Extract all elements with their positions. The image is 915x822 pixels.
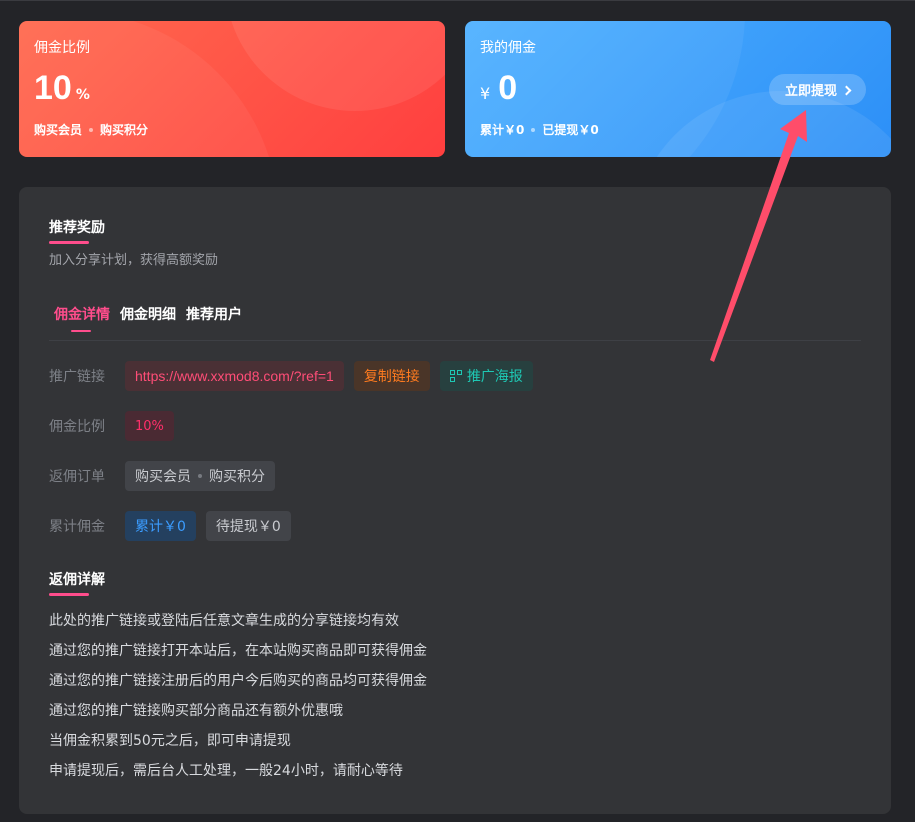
total-commission-row: 累计佣金 累计￥0 待提现￥0	[49, 511, 861, 541]
total-commission-badge: 累计￥0	[125, 511, 196, 541]
title-underline	[49, 593, 89, 596]
top-divider	[0, 0, 915, 1]
promo-link-row: 推广链接 https://www.xxmod8.com/?ref=1 复制链接 …	[49, 361, 861, 391]
withdraw-label: 立即提现	[784, 84, 837, 99]
separator-dot	[198, 474, 202, 478]
currency-symbol: ¥	[480, 84, 491, 103]
rebate-detail-section: 返佣详解 此处的推广链接或登陆后任意文章生成的分享链接均有效 通过您的推广链接打…	[49, 569, 861, 786]
scope-item: 购买会员	[34, 123, 83, 137]
poster-label: 推广海报	[466, 369, 523, 385]
title-underline	[49, 241, 89, 244]
list-item: 此处的推广链接或登陆后任意文章生成的分享链接均有效	[49, 613, 399, 629]
row-label: 返佣订单	[49, 469, 105, 485]
row-label: 累计佣金	[49, 519, 105, 535]
row-label: 推广链接	[49, 369, 105, 385]
list-item: 当佣金积累到50元之后，即可申请提现	[49, 733, 291, 749]
order-type: 购买积分	[209, 469, 265, 485]
promo-link-value[interactable]: https://www.xxmod8.com/?ref=1	[125, 361, 344, 391]
tab-divider	[49, 340, 861, 341]
tab-bar: 佣金详情 佣金明细 推荐用户	[49, 304, 861, 332]
list-item: 通过您的推广链接打开本站后，在本站购买商品即可获得佣金	[49, 643, 427, 659]
withdraw-button[interactable]: 立即提现	[768, 74, 866, 105]
separator-dot	[531, 127, 536, 132]
ratio-scope: 购买会员 购买积分	[34, 121, 430, 138]
chevron-right-icon	[841, 85, 852, 95]
card-title: 佣金比例	[34, 40, 90, 56]
withdrawn-commission: 已提现￥0	[542, 123, 599, 137]
pending-withdrawal-badge: 待提现￥0	[205, 511, 291, 541]
commission-ratio-card: 佣金比例 10 % 购买会员 购买积分	[19, 21, 445, 157]
ratio-number: 10	[34, 69, 72, 107]
list-item: 通过您的推广链接注册后的用户今后购买的商品均可获得佣金	[49, 673, 427, 689]
promo-poster-button[interactable]: 推广海报	[439, 361, 533, 391]
card-title: 我的佣金	[480, 40, 536, 56]
commission-summary: 累计￥0 已提现￥0	[480, 121, 876, 138]
order-type: 购买会员	[135, 469, 191, 485]
list-item: 申请提现后，需后台人工处理，一般24小时，请耐心等待	[49, 763, 403, 779]
qr-code-icon	[449, 370, 462, 382]
rebate-orders-tag: 购买会员 购买积分	[125, 461, 275, 491]
ratio-value: 10 %	[34, 69, 430, 113]
rebate-rules-list: 此处的推广链接或登陆后任意文章生成的分享链接均有效 通过您的推广链接打开本站后，…	[49, 606, 861, 786]
separator-dot	[89, 127, 94, 132]
my-commission-card: 我的佣金 ¥ 0 累计￥0 已提现￥0 立即提现	[465, 21, 891, 157]
tab-commission-records[interactable]: 佣金明细	[120, 304, 176, 330]
list-item: 通过您的推广链接购买部分商品还有额外优惠哦	[49, 703, 343, 719]
commission-rate-badge: 10%	[125, 411, 174, 441]
section-title: 返佣详解	[49, 572, 105, 588]
tab-referred-users[interactable]: 推荐用户	[186, 304, 242, 330]
scope-item: 购买积分	[100, 123, 149, 137]
commission-amount: 0	[498, 69, 518, 107]
referral-panel: 推荐奖励 加入分享计划，获得高额奖励 佣金详情 佣金明细 推荐用户 推广链接 h…	[19, 187, 891, 814]
row-label: 佣金比例	[49, 419, 105, 435]
tab-commission-details[interactable]: 佣金详情	[54, 304, 110, 332]
rebate-orders-row: 返佣订单 购买会员 购买积分	[49, 461, 861, 491]
section-title: 推荐奖励	[49, 220, 105, 236]
section-description: 加入分享计划，获得高额奖励	[49, 253, 219, 268]
ratio-unit: %	[75, 87, 90, 103]
commission-rate-row: 佣金比例 10%	[49, 411, 861, 441]
total-commission: 累计￥0	[480, 123, 525, 137]
copy-link-button[interactable]: 复制链接	[353, 361, 430, 391]
